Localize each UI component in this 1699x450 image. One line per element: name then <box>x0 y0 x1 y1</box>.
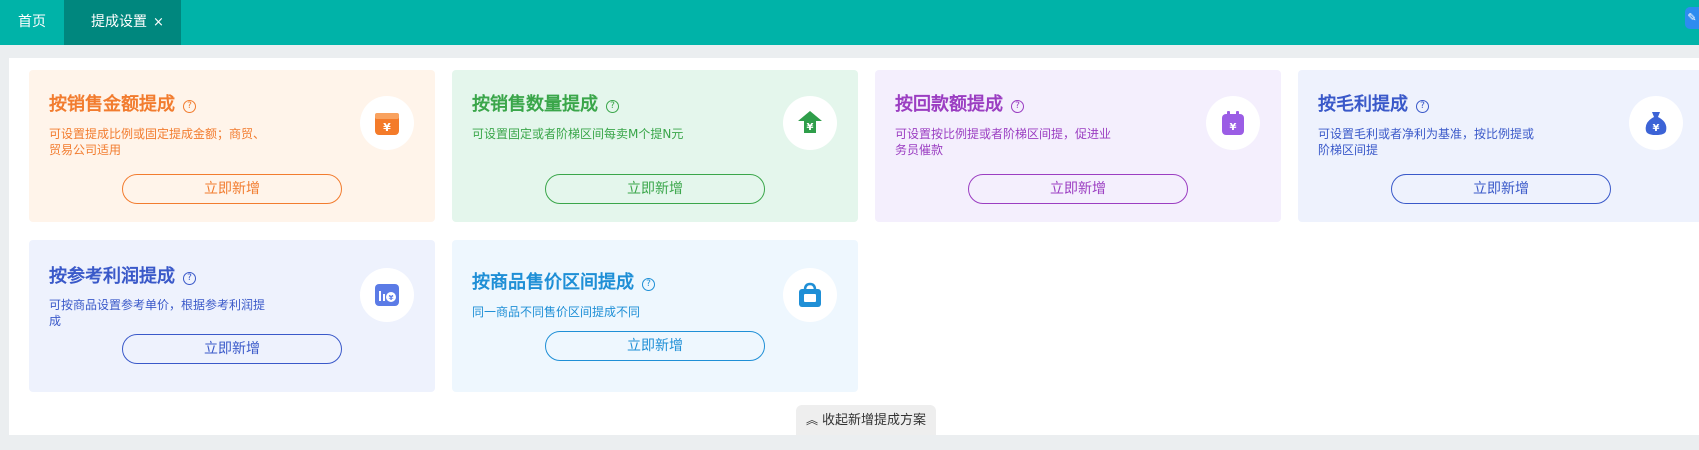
help-icon[interactable]: ? <box>183 272 196 285</box>
chevron-up-icon: ︽ <box>805 413 818 427</box>
add-now-button[interactable]: 立即新增 <box>545 331 765 361</box>
card-description: 同一商品不同售价区间提成不同 <box>472 305 641 319</box>
card-description: 可设置提成比例或固定提成金额；商贸、贸易公司适用 <box>49 127 266 157</box>
collapse-label: 收起新增提成方案 <box>822 413 927 428</box>
help-icon[interactable]: ? <box>642 278 655 291</box>
svg-text:¥: ¥ <box>389 294 394 302</box>
card-price-range: 按商品售价区间提成? 同一商品不同售价区间提成不同 立即新增 <box>452 240 858 392</box>
tab-commission-settings[interactable]: 提成设置 × <box>64 0 181 45</box>
card-title-text: 按销售金额提成 <box>49 94 175 115</box>
card-description: 可设置按比例提或者阶梯区间提，促进业务员催款 <box>895 127 1112 157</box>
purple-calendar-icon: ¥ <box>1206 96 1260 150</box>
card-sales-quantity: 按销售数量提成? 可设置固定或者阶梯区间每卖M个提N元 ¥ 立即新增 <box>452 70 858 222</box>
side-tool-icon[interactable]: ✎ <box>1685 7 1699 29</box>
add-now-button[interactable]: 立即新增 <box>1391 174 1611 204</box>
help-icon[interactable]: ? <box>183 100 196 113</box>
svg-text:¥: ¥ <box>383 121 391 134</box>
add-now-button[interactable]: 立即新增 <box>545 174 765 204</box>
card-payment-collection: 按回款额提成? 可设置按比例提或者阶梯区间提，促进业务员催款 ¥ 立即新增 <box>875 70 1281 222</box>
card-title: 按毛利提成? <box>1318 90 1429 116</box>
collapse-new-scheme-button[interactable]: ︽ 收起新增提成方案 <box>796 405 936 435</box>
card-title: 按商品售价区间提成? <box>472 268 655 294</box>
card-title-text: 按商品售价区间提成 <box>472 272 634 293</box>
commission-scheme-panel: 按销售金额提成? 可设置提成比例或固定提成金额；商贸、贸易公司适用 ¥ 立即新增… <box>9 58 1699 435</box>
card-description: 可设置固定或者阶梯区间每卖M个提N元 <box>472 127 684 141</box>
card-title: 按回款额提成? <box>895 90 1024 116</box>
add-now-button[interactable]: 立即新增 <box>122 334 342 364</box>
close-icon[interactable]: × <box>153 15 164 30</box>
svg-text:¥: ¥ <box>1230 122 1237 133</box>
card-gross-profit: 按毛利提成? 可设置毛利或者净利为基准，按比例提或阶梯区间提 ¥ 立即新增 <box>1298 70 1699 222</box>
help-icon[interactable]: ? <box>1416 100 1429 113</box>
blue-chart-icon: ¥ <box>360 268 414 322</box>
svg-text:¥: ¥ <box>1653 123 1660 134</box>
card-description: 可按商品设置参考单价，根据参考利润提成 <box>49 298 266 328</box>
help-icon[interactable]: ? <box>1011 100 1024 113</box>
card-sales-amount: 按销售金额提成? 可设置提成比例或固定提成金额；商贸、贸易公司适用 ¥ 立即新增 <box>29 70 435 222</box>
blue-bag-icon <box>783 268 837 322</box>
card-title: 按销售数量提成? <box>472 90 619 116</box>
card-title: 按销售金额提成? <box>49 90 196 116</box>
svg-text:¥: ¥ <box>807 122 814 133</box>
card-title-text: 按参考利润提成 <box>49 266 175 287</box>
card-title-text: 按销售数量提成 <box>472 94 598 115</box>
green-money-icon: ¥ <box>783 96 837 150</box>
add-now-button[interactable]: 立即新增 <box>968 174 1188 204</box>
blue-moneybag-icon: ¥ <box>1629 96 1683 150</box>
tab-label: 提成设置 <box>91 14 147 30</box>
add-now-button[interactable]: 立即新增 <box>122 174 342 204</box>
card-title-text: 按回款额提成 <box>895 94 1003 115</box>
card-title-text: 按毛利提成 <box>1318 94 1408 115</box>
card-title: 按参考利润提成? <box>49 262 196 288</box>
card-description: 可设置毛利或者净利为基准，按比例提或阶梯区间提 <box>1318 127 1535 157</box>
help-icon[interactable]: ? <box>606 100 619 113</box>
tab-home[interactable]: 首页 <box>0 0 64 45</box>
card-reference-profit: 按参考利润提成? 可按商品设置参考单价，根据参考利润提成 ¥ 立即新增 <box>29 240 435 392</box>
orange-wallet-icon: ¥ <box>360 96 414 150</box>
top-nav-bar: 首页 提成设置 × ✎ <box>0 0 1699 45</box>
